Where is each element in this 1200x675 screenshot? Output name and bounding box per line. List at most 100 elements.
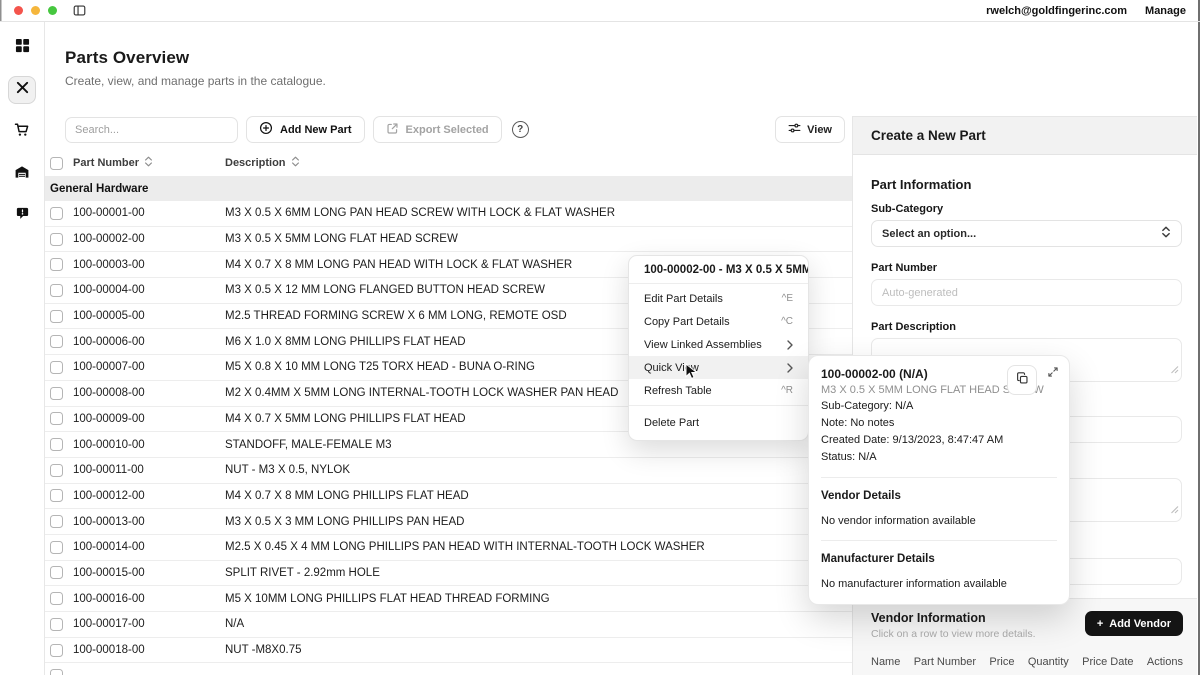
chevron-right-icon bbox=[787, 363, 793, 373]
part-number-cell: 100-00014-00 bbox=[73, 541, 225, 553]
close-window-button[interactable] bbox=[14, 6, 23, 15]
help-icon[interactable]: ? bbox=[512, 121, 529, 138]
row-checkbox[interactable] bbox=[50, 566, 63, 579]
table-row[interactable]: 100-00002-00M3 X 0.5 X 5MM LONG FLAT HEA… bbox=[45, 227, 852, 253]
row-checkbox[interactable] bbox=[50, 207, 63, 220]
row-checkbox[interactable] bbox=[50, 361, 63, 374]
row-checkbox[interactable] bbox=[50, 489, 63, 502]
sliders-icon bbox=[788, 122, 801, 137]
sidebar-item-alerts[interactable] bbox=[8, 202, 36, 230]
quick-view-field: Created Date: 9/13/2023, 8:47:47 AM bbox=[821, 434, 1057, 448]
table-row[interactable] bbox=[45, 663, 852, 675]
part-number-cell: 100-00013-00 bbox=[73, 516, 225, 528]
part-number-cell: 100-00007-00 bbox=[73, 361, 225, 373]
row-checkbox[interactable] bbox=[50, 592, 63, 605]
menu-item-refresh-table[interactable]: Refresh Table ^R bbox=[629, 379, 808, 402]
manage-link[interactable]: Manage bbox=[1145, 5, 1186, 17]
menu-shortcut: ^E bbox=[782, 293, 793, 304]
table-row[interactable]: 100-00012-00M4 X 0.7 X 8 MM LONG PHILLIP… bbox=[45, 484, 852, 510]
part-number-cell: 100-00011-00 bbox=[73, 464, 225, 476]
row-checkbox[interactable] bbox=[50, 335, 63, 348]
user-email: rwelch@goldfingerinc.com bbox=[986, 5, 1127, 17]
table-row[interactable]: 100-00011-00NUT - M3 X 0.5, NYLOK bbox=[45, 458, 852, 484]
warehouse-icon bbox=[14, 164, 30, 185]
table-row[interactable]: 100-00014-00M2.5 X 0.45 X 4 MM LONG PHIL… bbox=[45, 535, 852, 561]
app-window: rwelch@goldfingerinc.com Manage bbox=[0, 0, 1200, 675]
row-checkbox[interactable] bbox=[50, 464, 63, 477]
table-row[interactable]: 100-00013-00M3 X 0.5 X 3 MM LONG PHILLIP… bbox=[45, 509, 852, 535]
table-row[interactable]: 100-00016-00M5 X 10MM LONG PHILLIPS FLAT… bbox=[45, 586, 852, 612]
menu-item-view-linked-assemblies[interactable]: View Linked Assemblies bbox=[629, 333, 808, 356]
description-cell: M3 X 0.5 X 6MM LONG PAN HEAD SCREW WITH … bbox=[225, 207, 852, 219]
add-vendor-button[interactable]: + Add Vendor bbox=[1085, 611, 1183, 636]
row-checkbox[interactable] bbox=[50, 387, 63, 400]
row-checkbox[interactable] bbox=[50, 310, 63, 323]
vendor-column-part-number: Part Number bbox=[914, 656, 976, 668]
zoom-window-button[interactable] bbox=[48, 6, 57, 15]
table-row[interactable]: 100-00001-00M3 X 0.5 X 6MM LONG PAN HEAD… bbox=[45, 201, 852, 227]
row-checkbox[interactable] bbox=[50, 284, 63, 297]
row-checkbox[interactable] bbox=[50, 438, 63, 451]
select-all-checkbox[interactable] bbox=[50, 157, 63, 170]
tools-icon bbox=[15, 80, 30, 100]
column-header-description[interactable]: Description bbox=[225, 157, 286, 169]
part-number-field[interactable] bbox=[871, 279, 1182, 306]
manufacturer-details-heading: Manufacturer Details bbox=[821, 553, 1057, 565]
description-cell: SPLIT RIVET - 2.92mm HOLE bbox=[225, 567, 852, 579]
window-controls bbox=[14, 6, 57, 15]
part-number-cell: 100-00006-00 bbox=[73, 336, 225, 348]
page-subtitle: Create, view, and manage parts in the ca… bbox=[65, 74, 852, 88]
menu-shortcut: ^R bbox=[781, 385, 793, 396]
add-new-part-button[interactable]: Add New Part bbox=[246, 116, 365, 143]
table-row[interactable]: 100-00015-00SPLIT RIVET - 2.92mm HOLE bbox=[45, 561, 852, 587]
sidebar-item-orders[interactable] bbox=[8, 118, 36, 146]
sidebar-item-warehouse[interactable] bbox=[8, 160, 36, 188]
menu-item-label: Refresh Table bbox=[644, 385, 712, 397]
row-checkbox[interactable] bbox=[50, 258, 63, 271]
manufacturer-details-empty: No manufacturer information available bbox=[821, 578, 1057, 590]
table-row[interactable]: 100-00017-00N/A bbox=[45, 612, 852, 638]
row-checkbox[interactable] bbox=[50, 233, 63, 246]
row-checkbox[interactable] bbox=[50, 541, 63, 554]
part-number-cell: 100-00008-00 bbox=[73, 387, 225, 399]
vendor-details-empty: No vendor information available bbox=[821, 515, 1057, 527]
row-checkbox[interactable] bbox=[50, 618, 63, 631]
vendor-table-header: NamePart NumberPriceQuantityPrice DateAc… bbox=[871, 656, 1183, 668]
sub-category-label: Sub-Category bbox=[871, 203, 1182, 215]
column-header-part-number[interactable]: Part Number bbox=[73, 157, 139, 169]
sidebar-item-dashboard[interactable] bbox=[8, 34, 36, 62]
sort-icon[interactable] bbox=[144, 156, 153, 170]
sub-category-select[interactable]: Select an option... bbox=[871, 220, 1182, 247]
sort-icon[interactable] bbox=[291, 156, 300, 170]
vendor-information-hint: Click on a row to view more details. bbox=[871, 628, 1036, 640]
row-checkbox[interactable] bbox=[50, 412, 63, 425]
export-selected-button[interactable]: Export Selected bbox=[373, 116, 502, 143]
menu-item-label: Copy Part Details bbox=[644, 316, 730, 328]
description-cell: NUT - M3 X 0.5, NYLOK bbox=[225, 464, 852, 476]
table-row[interactable]: 100-00018-00NUT -M8X0.75 bbox=[45, 638, 852, 664]
window-titlebar: rwelch@goldfingerinc.com Manage bbox=[0, 0, 1200, 22]
description-cell: M2.5 X 0.45 X 4 MM LONG PHILLIPS PAN HEA… bbox=[225, 541, 852, 553]
sidebar-item-parts[interactable] bbox=[8, 76, 36, 104]
vendor-column-price-date: Price Date bbox=[1082, 656, 1133, 668]
menu-item-edit-part-details[interactable]: Edit Part Details^E bbox=[629, 287, 808, 310]
expand-icon[interactable] bbox=[1047, 365, 1059, 383]
menu-item-delete-part[interactable]: Delete Part bbox=[629, 409, 808, 436]
part-number-cell: 100-00010-00 bbox=[73, 439, 225, 451]
description-cell: M4 X 0.7 X 8 MM LONG PHILLIPS FLAT HEAD bbox=[225, 490, 852, 502]
copy-details-button[interactable] bbox=[1007, 365, 1037, 395]
sidebar-toggle-icon[interactable] bbox=[73, 4, 86, 17]
vendor-column-name: Name bbox=[871, 656, 900, 668]
view-options-button[interactable]: View bbox=[775, 116, 845, 143]
search-input[interactable] bbox=[65, 117, 238, 143]
row-checkbox[interactable] bbox=[50, 669, 63, 675]
copy-icon bbox=[1016, 372, 1029, 388]
context-menu: 100-00002-00 - M3 X 0.5 X 5MM … Edit Par… bbox=[628, 255, 809, 441]
row-checkbox[interactable] bbox=[50, 644, 63, 657]
context-menu-title: 100-00002-00 - M3 X 0.5 X 5MM … bbox=[629, 256, 808, 284]
menu-item-quick-view[interactable]: Quick View bbox=[629, 356, 808, 379]
part-number-cell: 100-00012-00 bbox=[73, 490, 225, 502]
row-checkbox[interactable] bbox=[50, 515, 63, 528]
menu-item-copy-part-details[interactable]: Copy Part Details^C bbox=[629, 310, 808, 333]
minimize-window-button[interactable] bbox=[31, 6, 40, 15]
